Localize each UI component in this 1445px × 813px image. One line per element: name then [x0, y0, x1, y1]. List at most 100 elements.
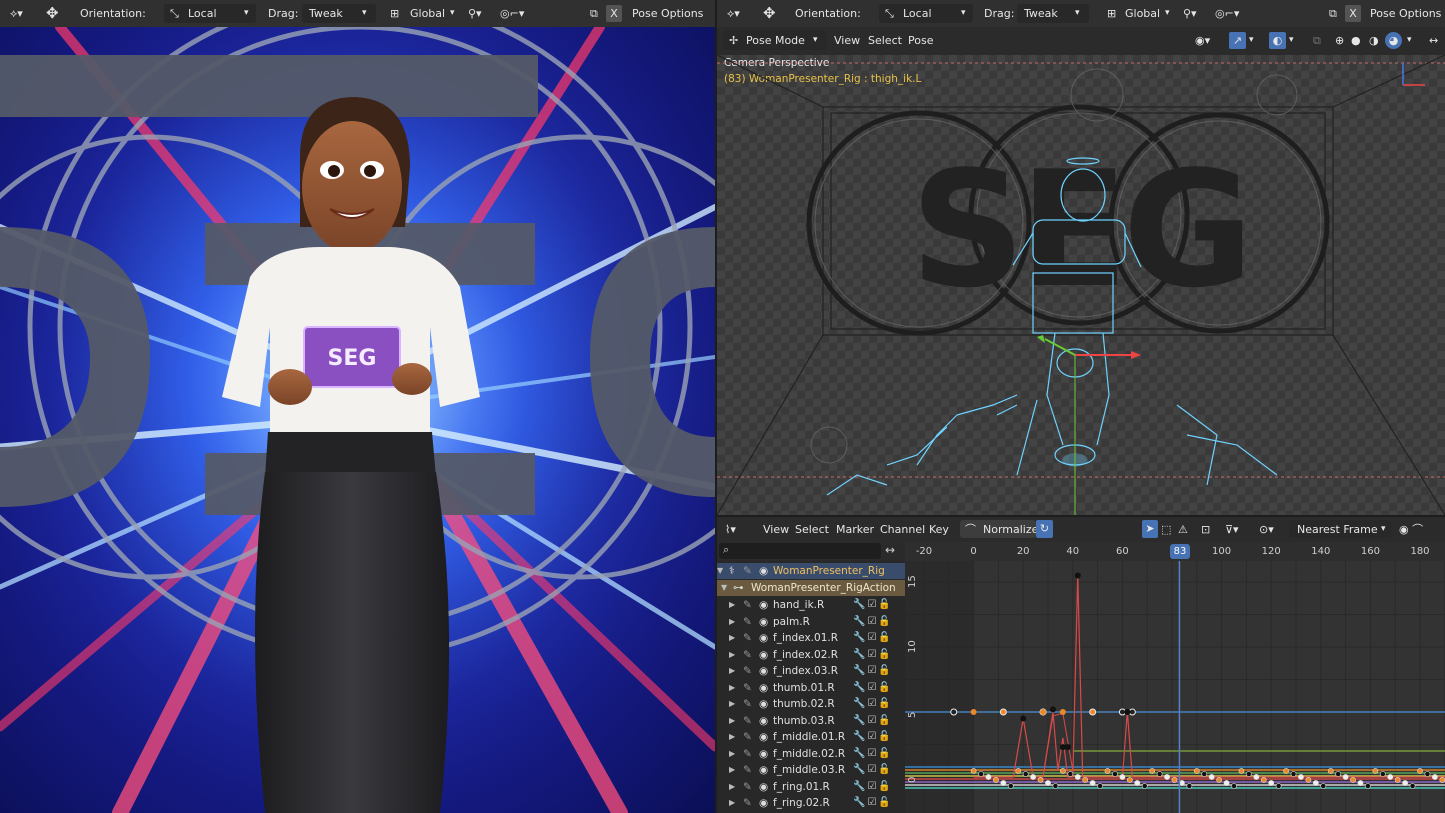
- pivot-value[interactable]: Global: [410, 0, 445, 27]
- keyframe[interactable]: [1052, 783, 1059, 789]
- keyframe[interactable]: [1089, 708, 1097, 716]
- channel-toggles-icon[interactable]: 🔧☑🔓: [853, 663, 893, 679]
- solid-shading-icon[interactable]: ●: [1351, 27, 1361, 54]
- keyframe[interactable]: [1124, 709, 1131, 715]
- menu-marker[interactable]: Marker: [836, 517, 874, 542]
- pin-icon[interactable]: ✎: [743, 563, 752, 579]
- channel-toggles-icon[interactable]: 🔧☑🔓: [853, 762, 893, 778]
- channel-toggles-icon[interactable]: 🔧☑🔓: [853, 696, 893, 712]
- eye-icon[interactable]: ◉: [759, 795, 768, 811]
- pin-icon[interactable]: ✎: [743, 729, 752, 745]
- keyframe[interactable]: [1275, 783, 1282, 789]
- keyframe[interactable]: [1037, 777, 1044, 783]
- eye-icon[interactable]: ◉: [759, 647, 768, 663]
- keyframe[interactable]: [1379, 771, 1386, 777]
- pivot-point-icon[interactable]: ⊙▾: [1259, 517, 1274, 542]
- keyframe[interactable]: [1126, 777, 1133, 783]
- keyframe[interactable]: [1112, 771, 1118, 777]
- keyframe[interactable]: [1164, 774, 1170, 780]
- expand-icon[interactable]: ▶: [729, 696, 735, 712]
- pin-icon[interactable]: ✎: [743, 696, 752, 712]
- keyframe[interactable]: [1350, 777, 1356, 783]
- swap-icon[interactable]: ↔: [885, 543, 895, 557]
- expand-icon[interactable]: ▶: [729, 795, 735, 811]
- keyframe[interactable]: [1231, 783, 1237, 789]
- bone-channel[interactable]: ▶ ✎ ◉ thumb.01.R 🔧☑🔓: [717, 680, 905, 696]
- keyframe[interactable]: [1320, 783, 1327, 789]
- bone-channel[interactable]: ▶ ✎ ◉ f_index.01.R 🔧☑🔓: [717, 630, 905, 646]
- filter-icon[interactable]: ⊽▾: [1225, 517, 1239, 542]
- eye-icon[interactable]: ◉: [759, 563, 768, 579]
- keyframe[interactable]: [1245, 771, 1252, 777]
- keyframe[interactable]: [1022, 771, 1029, 777]
- eye-icon[interactable]: ◉: [759, 713, 768, 729]
- pivot-value[interactable]: Global: [1125, 0, 1160, 27]
- keyframe[interactable]: [1134, 780, 1141, 786]
- keyframe[interactable]: [1439, 777, 1445, 783]
- collapse-icon[interactable]: ▼: [717, 563, 723, 579]
- keyframe[interactable]: [1283, 768, 1289, 774]
- proportional-edit-icon[interactable]: ◉ ⌒: [1399, 517, 1423, 542]
- menu-select[interactable]: Select: [795, 517, 829, 542]
- pose-options-button[interactable]: Pose Options: [1370, 0, 1441, 27]
- expand-icon[interactable]: ▶: [729, 663, 735, 679]
- mirror-x-toggle[interactable]: X: [1345, 5, 1361, 22]
- pose-options-button[interactable]: Pose Options: [632, 0, 703, 27]
- proportional-edit-icon[interactable]: ◎⌐▾: [500, 0, 524, 27]
- gizmo-toggle-icon[interactable]: ↗: [1229, 32, 1246, 49]
- keyframe[interactable]: [970, 768, 977, 774]
- channel-toggles-icon[interactable]: 🔧☑🔓: [853, 746, 893, 762]
- auto-normalize-icon[interactable]: ↻: [1036, 520, 1053, 538]
- eye-icon[interactable]: ◉: [759, 729, 768, 745]
- xray-icon[interactable]: ⧉: [1329, 0, 1337, 27]
- pin-icon[interactable]: ✎: [743, 647, 752, 663]
- overlays-icon[interactable]: ◐: [1269, 32, 1286, 49]
- channel-toggles-icon[interactable]: 🔧☑🔓: [853, 630, 893, 646]
- keyframe[interactable]: [1045, 780, 1051, 786]
- expand-icon[interactable]: ▶: [729, 713, 735, 729]
- current-frame-indicator[interactable]: 83: [1170, 544, 1190, 559]
- keyframe[interactable]: [1193, 768, 1200, 774]
- pin-icon[interactable]: ✎: [743, 680, 752, 696]
- transform-pivot-icon[interactable]: ⟡▾: [10, 0, 23, 27]
- expand-icon[interactable]: ▶: [729, 729, 735, 745]
- expand-icon[interactable]: ▶: [729, 762, 735, 778]
- move-gizmo-icon[interactable]: ✥: [46, 0, 59, 27]
- channel-search-input[interactable]: [719, 543, 881, 559]
- eye-icon[interactable]: ◉: [759, 663, 768, 679]
- keyframe[interactable]: [1290, 771, 1297, 777]
- expand-icon[interactable]: ▶: [729, 779, 735, 795]
- keyframe[interactable]: [1030, 774, 1037, 780]
- channel-toggles-icon[interactable]: 🔧☑🔓: [853, 795, 893, 811]
- keyframe[interactable]: [1119, 774, 1126, 780]
- editor-type-icon[interactable]: ⌇▾: [725, 517, 736, 542]
- keyframe[interactable]: [1394, 777, 1401, 783]
- wireframe-shading-icon[interactable]: ⊕: [1335, 27, 1344, 54]
- menu-view[interactable]: View: [763, 517, 789, 542]
- expand-icon[interactable]: ▶: [729, 597, 735, 613]
- keyframe[interactable]: [1015, 768, 1022, 774]
- eye-icon[interactable]: ◉: [759, 746, 768, 762]
- keyframe[interactable]: [1082, 777, 1089, 783]
- fcurve-red[interactable]: [973, 575, 1445, 778]
- keyframe[interactable]: [985, 774, 992, 780]
- collapse-icon[interactable]: ▼: [721, 580, 727, 596]
- menu-view[interactable]: View: [834, 27, 860, 54]
- bone-channel[interactable]: ▶ ✎ ◉ palm.R 🔧☑🔓: [717, 614, 905, 630]
- keyframe[interactable]: [1223, 780, 1230, 786]
- mirror-x-toggle[interactable]: X: [606, 5, 622, 22]
- bone-channel[interactable]: ▶ ✎ ◉ f_index.02.R 🔧☑🔓: [717, 647, 905, 663]
- snap-icon[interactable]: ⚲▾: [1183, 0, 1197, 27]
- keyframe[interactable]: [1156, 771, 1163, 777]
- keyframe[interactable]: [1208, 774, 1215, 780]
- move-gizmo-icon[interactable]: ✥: [763, 0, 776, 27]
- keyframe[interactable]: [1064, 744, 1071, 751]
- sidebar-toggle-icon[interactable]: ↔: [1429, 27, 1438, 54]
- only-selected-icon[interactable]: ➤: [1142, 520, 1158, 538]
- keyframe[interactable]: [1020, 715, 1027, 722]
- keyframe[interactable]: [1402, 780, 1409, 786]
- keyframe[interactable]: [1312, 780, 1319, 786]
- keyframe[interactable]: [1067, 771, 1074, 777]
- keyframe[interactable]: [1335, 771, 1342, 777]
- keyframe[interactable]: [1149, 768, 1156, 774]
